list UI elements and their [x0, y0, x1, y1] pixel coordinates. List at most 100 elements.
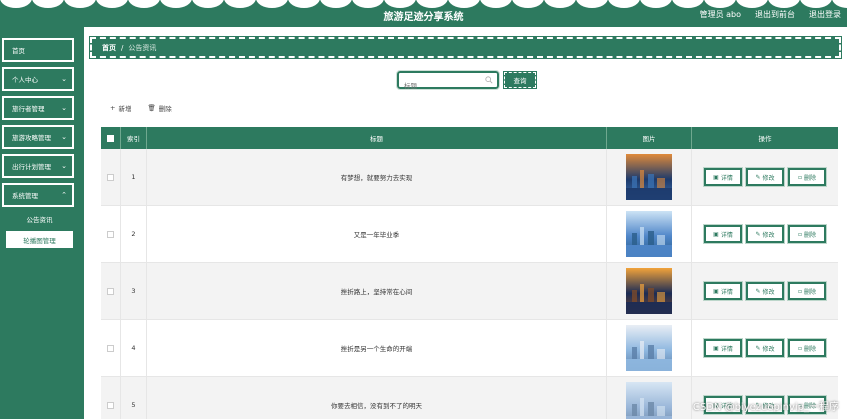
current-user-label: 管理员 abo — [699, 10, 741, 19]
row-select-cell — [101, 320, 121, 376]
row-operations-cell: ▣ 详情 ✎ 修改 ▫ 删除 — [692, 263, 838, 319]
sidebar: 首页 个人中心 ⌄ 旅行者管理 ⌄ 旅游攻略管理 ⌄ 出行计划管理 ⌄ 系统管理 ⌃ 公告… — [0, 27, 84, 419]
sidebar-item-label: 旅游攻略管理 — [12, 134, 51, 142]
top-header: 旅游足迹分享系统 管理员 abo 退出到前台 退出登录 — [0, 0, 847, 27]
sidebar-subitem-carousel-management[interactable]: 轮播图管理 — [6, 231, 73, 248]
edit-button-label: 修改 — [762, 345, 775, 353]
edit-button-label: 修改 — [762, 174, 775, 182]
row-title: 挫折是另一个生命的开端 — [147, 320, 607, 376]
delete-button[interactable]: ▫ 删除 — [787, 224, 827, 244]
row-title: 有梦想，就要努力去实现 — [147, 149, 607, 205]
sidebar-item-home[interactable]: 首页 — [2, 38, 74, 62]
header-image: 图片 — [607, 127, 692, 149]
delete-button-label: 删除 — [158, 105, 172, 113]
row-operations-cell: ▣ 详情 ✎ 修改 ▫ 删除 — [692, 149, 838, 205]
table-body: 1 有梦想，就要努力去实现 ▣ 详情 ✎ 修改 ▫ 删除 2 又是一年毕业季 ▣ 详情 ✎ 修改 ▫ 删除 3 挫… — [101, 149, 838, 419]
sidebar-item-label: 系统管理 — [12, 192, 38, 200]
row-index: 4 — [121, 320, 147, 376]
detail-button-label: 详情 — [720, 345, 733, 353]
sidebar-subitem-label: 轮播图管理 — [23, 236, 56, 245]
delete-button[interactable]: ▫ 删除 — [787, 167, 827, 187]
detail-button[interactable]: ▣ 详情 — [703, 338, 743, 358]
trash-icon: ▫ — [797, 344, 803, 352]
row-title: 你要去相信，没有到不了的明天 — [147, 377, 607, 419]
main-content: 首页 / 公告资讯 查询 +新增 🗑︎删除 索引 标题 图片 操作 1有梦想，就… — [84, 27, 847, 419]
sidebar-item-traveler-management[interactable]: 旅行者管理 ⌄ — [2, 96, 74, 120]
row-title: 又是一年毕业季 — [147, 206, 607, 262]
sidebar-item-label: 出行计划管理 — [12, 163, 51, 171]
sidebar-item-system-management[interactable]: 系统管理 ⌃ — [2, 183, 74, 207]
table-row: 1 有梦想，就要努力去实现 ▣ 详情 ✎ 修改 ▫ 删除 — [101, 149, 838, 206]
row-image-cell — [607, 320, 692, 376]
row-select-cell — [101, 377, 121, 419]
back-to-front-link[interactable]: 退出到前台 — [755, 9, 795, 20]
sidebar-item-trip-plan-management[interactable]: 出行计划管理 ⌄ — [2, 154, 74, 178]
chevron-down-icon: ⌄ — [61, 162, 67, 170]
delete-button-label: 删除 — [804, 231, 817, 239]
detail-button[interactable]: ▣ 详情 — [703, 281, 743, 301]
breadcrumb: 首页 / 公告资讯 — [89, 36, 842, 59]
breadcrumb-home[interactable]: 首页 — [102, 43, 116, 53]
query-button[interactable]: 查询 — [503, 71, 537, 89]
row-checkbox[interactable] — [107, 173, 114, 181]
detail-button[interactable]: ▣ 详情 — [703, 167, 743, 187]
row-thumbnail[interactable] — [626, 211, 672, 257]
row-index: 2 — [121, 206, 147, 262]
logout-link[interactable]: 退出登录 — [809, 9, 841, 20]
detail-icon: ▣ — [713, 287, 719, 295]
search-input[interactable] — [399, 79, 483, 93]
header-scallop-decoration — [0, 0, 847, 8]
row-image-cell — [607, 149, 692, 205]
detail-icon: ▣ — [713, 230, 719, 238]
row-thumbnail[interactable] — [626, 325, 672, 371]
row-checkbox[interactable] — [107, 401, 114, 409]
detail-button[interactable]: ▣ 详情 — [703, 224, 743, 244]
edit-button[interactable]: ✎ 修改 — [745, 224, 785, 244]
row-thumbnail[interactable] — [626, 154, 672, 200]
row-thumbnail[interactable] — [626, 382, 672, 419]
delete-button-label: 删除 — [804, 345, 817, 353]
edit-button-label: 修改 — [762, 288, 775, 296]
row-index: 1 — [121, 149, 147, 205]
sidebar-item-personal-center[interactable]: 个人中心 ⌄ — [2, 67, 74, 91]
detail-button-label: 详情 — [720, 174, 733, 182]
row-checkbox[interactable] — [107, 344, 114, 352]
chevron-up-icon: ⌃ — [61, 191, 67, 199]
detail-button-label: 详情 — [720, 288, 733, 296]
sidebar-subitem-announcements[interactable]: 公告资讯 — [6, 210, 73, 227]
detail-icon: ▣ — [713, 173, 719, 181]
chevron-down-icon: ⌄ — [61, 75, 67, 83]
edit-icon: ✎ — [755, 230, 761, 238]
row-operations-cell: ▣ 详情 ✎ 修改 ▫ 删除 — [692, 320, 838, 376]
watermark-text: CSDN @biyezuopinvip_一程序 — [692, 402, 839, 413]
row-image-cell — [607, 206, 692, 262]
row-image-cell — [607, 377, 692, 419]
trash-icon: 🗑︎ — [147, 104, 156, 112]
add-button[interactable]: + 新增 — [110, 103, 131, 113]
header-title: 标题 — [147, 127, 607, 149]
sidebar-item-label: 首页 — [12, 47, 25, 55]
sidebar-item-label: 个人中心 — [12, 76, 38, 84]
table-header: 索引 标题 图片 操作 — [101, 127, 838, 149]
delete-button-label: 删除 — [804, 174, 817, 182]
edit-button[interactable]: ✎ 修改 — [745, 167, 785, 187]
batch-delete-button[interactable]: 🗑︎ 删除 — [147, 103, 171, 113]
toolbar: + 新增 🗑︎ 删除 — [110, 103, 172, 113]
sidebar-subitem-label: 公告资讯 — [26, 215, 53, 224]
delete-button[interactable]: ▫ 删除 — [787, 338, 827, 358]
plus-icon: + — [110, 104, 116, 112]
edit-button-label: 修改 — [762, 231, 775, 239]
table-row: 2 又是一年毕业季 ▣ 详情 ✎ 修改 ▫ 删除 — [101, 206, 838, 263]
delete-button[interactable]: ▫ 删除 — [787, 281, 827, 301]
row-checkbox[interactable] — [107, 287, 114, 295]
select-all-checkbox[interactable] — [107, 134, 114, 142]
row-thumbnail[interactable] — [626, 268, 672, 314]
edit-button[interactable]: ✎ 修改 — [745, 281, 785, 301]
row-checkbox[interactable] — [107, 230, 114, 238]
chevron-down-icon: ⌄ — [61, 104, 67, 112]
header-select-all-cell — [101, 127, 121, 149]
delete-button-label: 删除 — [804, 288, 817, 296]
search-icon — [485, 76, 493, 84]
edit-button[interactable]: ✎ 修改 — [745, 338, 785, 358]
sidebar-item-guide-management[interactable]: 旅游攻略管理 ⌄ — [2, 125, 74, 149]
